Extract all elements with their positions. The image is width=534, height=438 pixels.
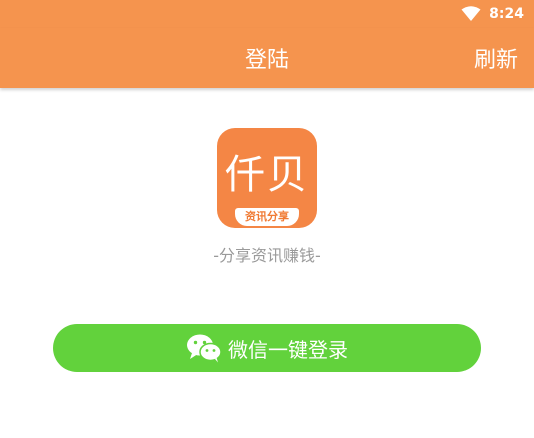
wechat-icon [187,334,222,363]
logo-main-text: 仟贝 [225,152,309,198]
toolbar: 登陆 刷新 [0,28,534,88]
refresh-button[interactable]: 刷新 [474,42,518,74]
page-title: 登陆 [244,48,289,73]
slogan: -分享资讯赚钱- [213,246,321,265]
wechat-login-label: 微信一键登录 [228,337,348,362]
status-time: 8:24 [489,6,524,22]
app-logo: 仟贝 资讯分享 [217,128,317,228]
status-bar: 8:24 [0,0,534,28]
logo-banner-text: 资讯分享 [235,208,299,226]
wechat-login-button[interactable]: 微信一键登录 [53,324,481,372]
status-indicators: 8:24 [461,5,524,23]
wifi-icon [461,6,481,21]
